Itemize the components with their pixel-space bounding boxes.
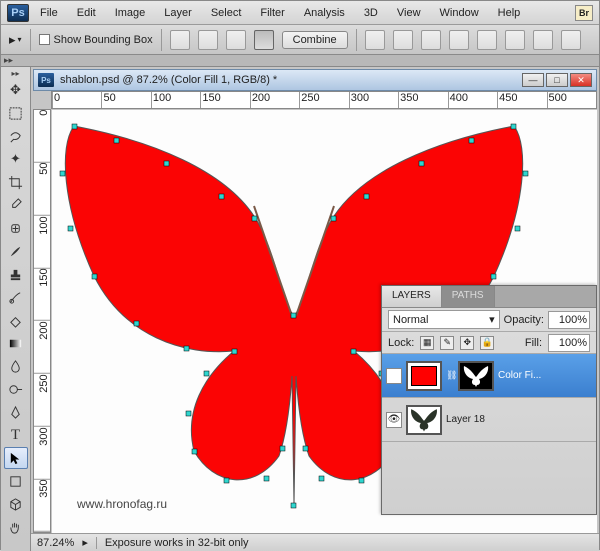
align-middle-icon[interactable]: [477, 30, 497, 50]
chevron-right-icon[interactable]: ▸: [82, 536, 88, 549]
eyedropper-tool-icon[interactable]: [4, 194, 28, 216]
pathop-subtract-icon[interactable]: [226, 30, 246, 50]
tab-paths[interactable]: PATHS: [442, 286, 495, 307]
menu-image[interactable]: Image: [107, 4, 154, 22]
vertical-ruler[interactable]: 050100150200250300350: [33, 109, 51, 533]
lock-all-icon[interactable]: 🔒: [480, 336, 494, 350]
lasso-tool-icon[interactable]: [4, 125, 28, 147]
show-bounding-checkbox[interactable]: Show Bounding Box: [39, 34, 153, 46]
heal-tool-icon[interactable]: [4, 217, 28, 239]
viewport: 050100150200250300350400450500 050100150…: [33, 91, 597, 533]
doc-icon: Ps: [38, 73, 54, 87]
visibility-toggle-icon[interactable]: 👁: [386, 368, 402, 384]
layer-row[interactable]: 👁 Layer 18: [382, 398, 596, 442]
lock-position-icon[interactable]: ✥: [460, 336, 474, 350]
document-area: Ps shablon.psd @ 87.2% (Color Fill 1, RG…: [31, 67, 599, 551]
toolbox-expand-icon[interactable]: ▸▸: [11, 69, 19, 78]
menu-file[interactable]: File: [32, 4, 66, 22]
menu-window[interactable]: Window: [432, 4, 487, 22]
marquee-tool-icon[interactable]: [4, 102, 28, 124]
zoom-level[interactable]: 87.24%: [37, 537, 74, 549]
pathop-new-icon[interactable]: [170, 30, 190, 50]
crop-tool-icon[interactable]: [4, 171, 28, 193]
minimize-button[interactable]: —: [522, 73, 544, 87]
layer-list: 👁 ⛓ Color Fi... 👁: [382, 354, 596, 442]
fill-label: Fill:: [525, 337, 542, 349]
dodge-tool-icon[interactable]: [4, 378, 28, 400]
blur-tool-icon[interactable]: [4, 355, 28, 377]
opacity-input[interactable]: 100%: [548, 311, 590, 329]
app-logo-icon: Ps: [7, 4, 29, 22]
type-tool-icon[interactable]: T: [4, 424, 28, 446]
menu-analysis[interactable]: Analysis: [296, 4, 353, 22]
shape-tool-icon[interactable]: [4, 470, 28, 492]
brush-tool-icon[interactable]: [4, 240, 28, 262]
menu-edit[interactable]: Edit: [69, 4, 104, 22]
blend-mode-select[interactable]: Normal▾: [388, 310, 500, 329]
distribute-v-icon[interactable]: [561, 30, 581, 50]
menu-bar: Ps File Edit Image Layer Select Filter A…: [1, 1, 599, 25]
hand-tool-icon[interactable]: [4, 516, 28, 538]
path-select-tool-icon[interactable]: [4, 447, 28, 469]
gradient-tool-icon[interactable]: [4, 332, 28, 354]
align-center-icon[interactable]: [393, 30, 413, 50]
toolbox: ▸▸ ✥ ✦ T: [1, 67, 31, 551]
lock-label: Lock:: [388, 337, 414, 349]
status-bar: 87.24% ▸ Exposure works in 32-bit only: [31, 533, 599, 551]
options-bar: ▸ ▾ Show Bounding Box Combine: [1, 25, 599, 55]
link-mask-icon[interactable]: ⛓: [446, 370, 454, 381]
status-message: Exposure works in 32-bit only: [105, 537, 249, 549]
menu-layer[interactable]: Layer: [156, 4, 200, 22]
history-brush-tool-icon[interactable]: [4, 286, 28, 308]
watermark-text: www.hronofag.ru: [77, 497, 167, 511]
wand-tool-icon[interactable]: ✦: [4, 148, 28, 170]
align-left-icon[interactable]: [365, 30, 385, 50]
menu-view[interactable]: View: [389, 4, 429, 22]
menu-filter[interactable]: Filter: [252, 4, 292, 22]
maximize-button[interactable]: □: [546, 73, 568, 87]
close-button[interactable]: ✕: [570, 73, 592, 87]
align-right-icon[interactable]: [421, 30, 441, 50]
bridge-icon[interactable]: Br: [575, 5, 593, 21]
document-titlebar[interactable]: Ps shablon.psd @ 87.2% (Color Fill 1, RG…: [33, 69, 597, 91]
fill-input[interactable]: 100%: [548, 334, 590, 352]
pathop-add-icon[interactable]: [198, 30, 218, 50]
layer-name[interactable]: Layer 18: [446, 414, 592, 425]
stamp-tool-icon[interactable]: [4, 263, 28, 285]
layer-name[interactable]: Color Fi...: [498, 370, 592, 381]
distribute-h-icon[interactable]: [533, 30, 553, 50]
eraser-tool-icon[interactable]: [4, 309, 28, 331]
visibility-toggle-icon[interactable]: 👁: [386, 412, 402, 428]
align-bottom-icon[interactable]: [505, 30, 525, 50]
combine-button[interactable]: Combine: [282, 31, 348, 49]
pen-tool-icon[interactable]: [4, 401, 28, 423]
move-tool-icon[interactable]: ✥: [4, 79, 28, 101]
3d-tool-icon[interactable]: [4, 493, 28, 515]
canvas[interactable]: www.hronofag.ru LAYERS PATHS Normal▾ Opa…: [52, 110, 597, 533]
menu-help[interactable]: Help: [490, 4, 529, 22]
tool-preset-icon[interactable]: ▸: [9, 32, 16, 48]
opacity-label: Opacity:: [504, 314, 544, 326]
layers-panel: LAYERS PATHS Normal▾ Opacity: 100% Lock:…: [381, 285, 597, 515]
lock-pixels-icon[interactable]: ✎: [440, 336, 454, 350]
tab-layers[interactable]: LAYERS: [382, 286, 442, 307]
align-top-icon[interactable]: [449, 30, 469, 50]
pathop-intersect-icon[interactable]: [254, 30, 274, 50]
layer-thumb-icon[interactable]: [406, 405, 442, 435]
document-title: shablon.psd @ 87.2% (Color Fill 1, RGB/8…: [60, 74, 520, 86]
horizontal-ruler[interactable]: 050100150200250300350400450500: [51, 91, 597, 109]
layer-row[interactable]: 👁 ⛓ Color Fi...: [382, 354, 596, 398]
tab-expand-icon[interactable]: ▸▸: [4, 55, 13, 66]
lock-transparency-icon[interactable]: ▦: [420, 336, 434, 350]
menu-select[interactable]: Select: [203, 4, 250, 22]
layer-thumb-fill-icon[interactable]: [406, 361, 442, 391]
tab-strip: ▸▸: [1, 55, 599, 67]
menu-3d[interactable]: 3D: [356, 4, 386, 22]
chevron-down-icon: ▾: [489, 313, 495, 326]
layer-thumb-mask-icon[interactable]: [458, 361, 494, 391]
